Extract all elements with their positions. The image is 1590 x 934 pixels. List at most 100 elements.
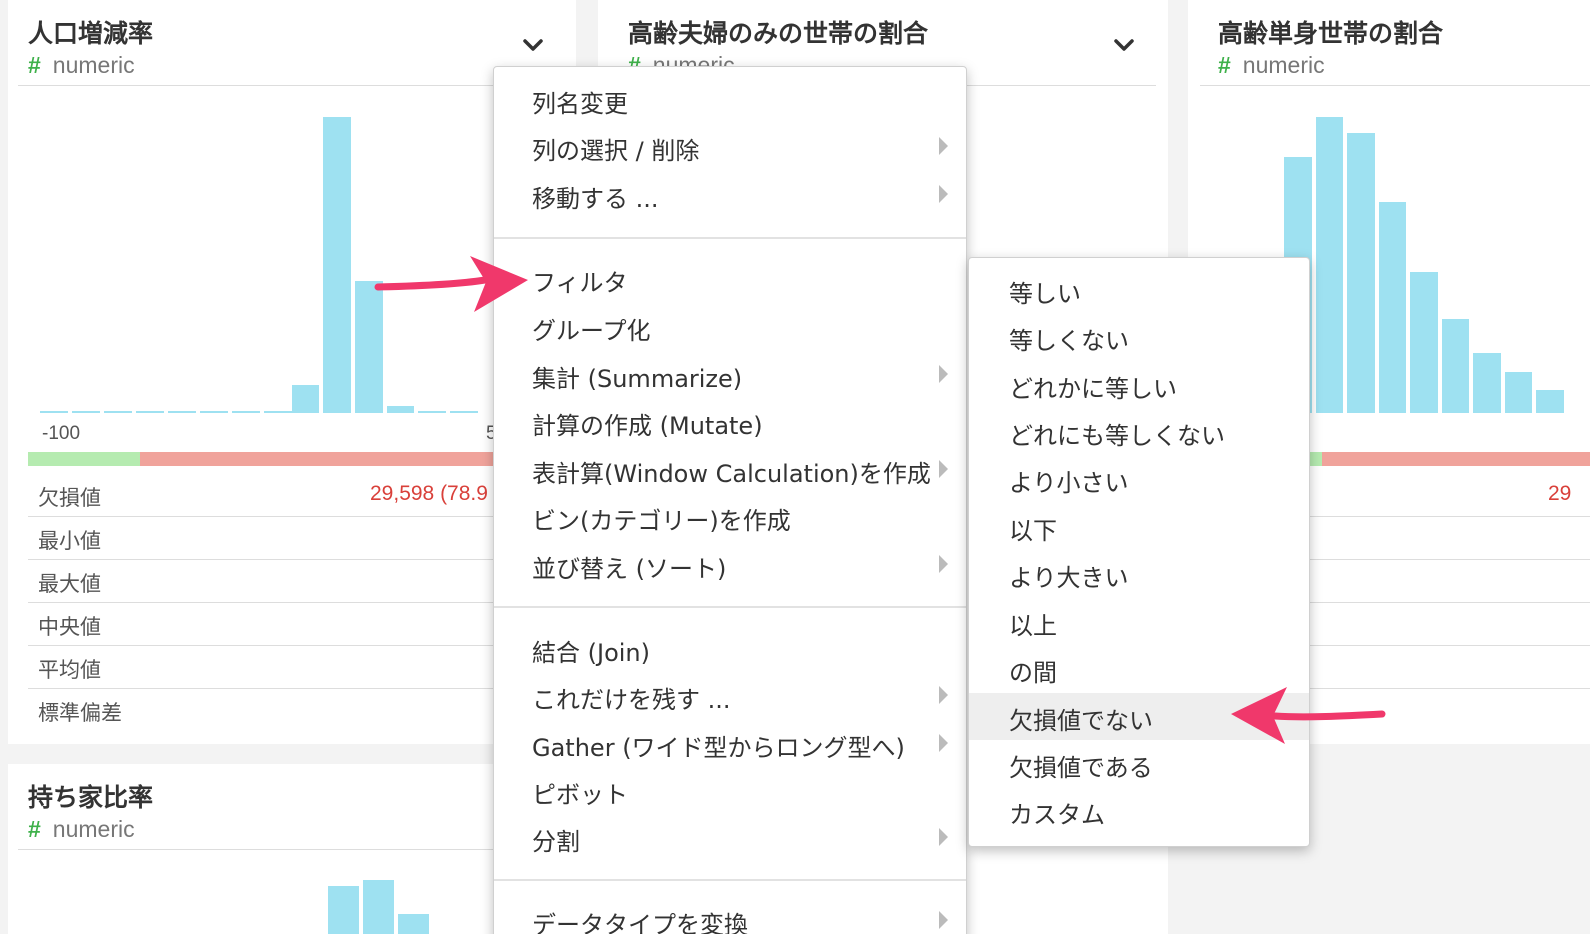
histogram-bar (363, 880, 394, 934)
stat-label: 平均値 (38, 658, 101, 682)
menu-item-group-by[interactable]: グループ化 (494, 303, 966, 350)
menu-item-join[interactable]: 結合 (Join) (494, 625, 966, 672)
stat-label: 中央値 (38, 615, 101, 639)
column-type: # numeric (28, 816, 135, 843)
menu-item-window-calculation[interactable]: 表計算(Window Calculation)を作成 (494, 446, 966, 493)
menu-item-label: 欠損値でない (1009, 707, 1153, 735)
menu-item-label: 以下 (1009, 517, 1057, 545)
stat-label: 標準偏差 (38, 701, 122, 725)
column-context-menu: 列名変更 列の選択 / 削除 移動する ... フィルタ グループ化 集計 (S… (493, 66, 967, 934)
menu-item-label: 集計 (Summarize) (532, 365, 743, 393)
histogram-bar (387, 406, 414, 413)
histogram-bar (292, 385, 319, 413)
menu-item-label: どれにも等しくない (1009, 422, 1225, 450)
column-type: # numeric (28, 52, 135, 79)
menu-item-move[interactable]: 移動する ... (494, 171, 966, 218)
numeric-hash-icon: # (28, 52, 41, 78)
stat-value-missing: 29 (1548, 482, 1572, 505)
histogram-bar (1379, 202, 1406, 413)
menu-item-label: 等しい (1009, 280, 1081, 308)
column-title: 持ち家比率 (28, 783, 154, 812)
annotation-arrow-is-not-na (1231, 687, 1386, 744)
histogram-bar (1536, 390, 1564, 413)
menu-item-label: ビン(カテゴリー)を作成 (532, 507, 791, 535)
stat-label: 最小値 (38, 529, 101, 553)
menu-item-label: ピボット (532, 781, 628, 809)
menu-item-label: 移動する ... (532, 185, 659, 213)
submenu-caret-icon (939, 365, 948, 383)
filter-option-equals-any[interactable]: どれかに等しい (969, 361, 1309, 408)
filter-option-greater-than[interactable]: より大きい (969, 550, 1309, 597)
menu-item-keep-only[interactable]: これだけを残す ... (494, 672, 966, 719)
card-divider (18, 85, 566, 86)
stat-row-missing: 29 (1298, 474, 1590, 517)
card-divider (18, 849, 566, 850)
column-title: 高齢夫婦のみの世帯の割合 (628, 19, 929, 48)
filter-option-equals[interactable]: 等しい (969, 266, 1309, 313)
menu-separator (494, 606, 966, 608)
menu-item-mutate[interactable]: 計算の作成 (Mutate) (494, 398, 966, 445)
menu-item-create-bins[interactable]: ビン(カテゴリー)を作成 (494, 493, 966, 540)
filter-option-custom[interactable]: カスタム (969, 787, 1309, 834)
histogram-bar (104, 411, 132, 413)
filter-option-less-than[interactable]: より小さい (969, 455, 1309, 502)
valid-coverage-bar (28, 452, 140, 466)
menu-item-label: データタイプを変換 (532, 911, 748, 934)
stat-label: 最大値 (38, 572, 101, 596)
menu-item-split[interactable]: 分割 (494, 814, 966, 861)
submenu-caret-icon (939, 555, 948, 573)
menu-item-label: より大きい (1009, 564, 1129, 592)
missing-coverage-bar (1322, 452, 1590, 466)
menu-item-label: 分割 (532, 828, 580, 856)
menu-item-sort[interactable]: 並び替え (ソート) (494, 541, 966, 588)
filter-option-greater-or-equal[interactable]: 以上 (969, 598, 1309, 645)
filter-option-not-equals[interactable]: 等しくない (969, 313, 1309, 360)
menu-item-select-remove[interactable]: 列の選択 / 削除 (494, 123, 966, 170)
menu-item-pivot[interactable]: ピボット (494, 767, 966, 814)
menu-item-filter[interactable]: フィルタ (494, 255, 966, 302)
histogram-bar (200, 411, 228, 413)
card-divider (1200, 85, 1590, 86)
menu-separator (494, 237, 966, 239)
column-type-label: numeric (52, 52, 135, 78)
axis-min-label: -100 (42, 423, 81, 444)
chevron-down-icon[interactable] (1113, 34, 1135, 56)
column-card-home-ownership: 持ち家比率 # numeric (8, 764, 576, 934)
menu-item-rename[interactable]: 列名変更 (494, 76, 966, 123)
histogram-bar (72, 411, 100, 413)
stat-value-missing: 29,598 (78.9 (370, 482, 488, 505)
menu-item-label: グループ化 (532, 317, 651, 345)
histogram-bar (323, 117, 351, 413)
submenu-caret-icon (939, 911, 948, 929)
menu-item-label: カスタム (1009, 801, 1105, 829)
menu-item-label: フィルタ (532, 269, 628, 297)
stat-row (1298, 560, 1590, 603)
menu-item-summarize[interactable]: 集計 (Summarize) (494, 351, 966, 398)
menu-item-gather[interactable]: Gather (ワイド型からロング型へ) (494, 720, 966, 767)
histogram-bar (168, 411, 196, 413)
histogram-bar (1410, 272, 1438, 413)
filter-option-equals-none[interactable]: どれにも等しくない (969, 408, 1309, 455)
menu-item-label: 等しくない (1009, 327, 1129, 355)
menu-item-label: Gather (ワイド型からロング型へ) (532, 734, 905, 762)
histogram-bar (1442, 319, 1469, 413)
numeric-hash-icon: # (28, 816, 41, 842)
menu-item-label: 列名変更 (532, 90, 628, 118)
submenu-caret-icon (939, 828, 948, 846)
menu-item-label: これだけを残す ... (532, 686, 731, 714)
histogram-bar (328, 886, 359, 934)
filter-option-less-or-equal[interactable]: 以下 (969, 503, 1309, 550)
menu-item-label: 欠損値である (1009, 754, 1153, 782)
filter-submenu: 等しい 等しくない どれかに等しい どれにも等しくない より小さい 以下 より大… (968, 257, 1310, 847)
submenu-caret-icon (939, 137, 948, 155)
histogram-bar (1316, 117, 1343, 413)
histogram-bar (418, 411, 446, 413)
menu-item-label: 計算の作成 (Mutate) (532, 412, 763, 440)
chevron-down-icon[interactable] (522, 34, 544, 56)
menu-item-convert-type[interactable]: データタイプを変換 (494, 897, 966, 934)
menu-item-label: どれかに等しい (1009, 375, 1177, 403)
menu-item-label: 結合 (Join) (532, 639, 650, 667)
histogram-bar (1473, 353, 1501, 413)
column-type: # numeric (1218, 52, 1325, 79)
menu-separator (494, 879, 966, 881)
